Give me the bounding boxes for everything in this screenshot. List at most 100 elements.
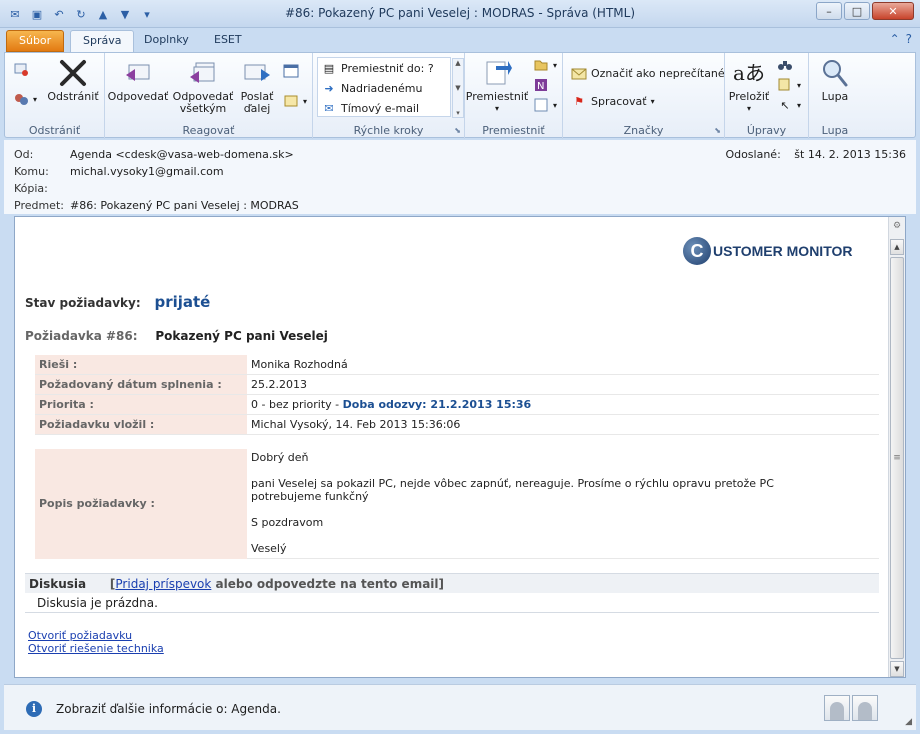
footer-links: Otvoriť požiadavku Otvoriť riešenie tech… [28,629,164,655]
actions-icon [533,97,549,113]
customer-monitor-logo: C USTOMER MONITOR [683,237,853,265]
quick-step-team-email[interactable]: ✉ Tímový e-mail [318,98,450,118]
translate-button[interactable]: aあ Preložiť ▾ [727,57,771,115]
more-respond-button[interactable]: ▾ [283,93,307,109]
mark-unread-button[interactable]: Označiť ako neprečítané [571,65,725,81]
viewer-options-icon[interactable]: ⚙ [890,221,904,235]
minimize-button[interactable]: – [816,2,842,20]
body-scrollbar[interactable]: ⚙ ▲ ≡ ▼ [888,217,905,677]
tab-message[interactable]: Správa [70,30,135,52]
group-tags: Označiť ako neprečítané ⚑ Spracovať ▾ Zn… [563,53,725,139]
request-status: Stav požiadavky: prijaté [25,293,211,311]
response-time: Doba odozvy: 21.2.2013 15:36 [342,398,532,411]
window-controls: – □ ✕ [816,2,914,20]
select-button[interactable]: ↖ ▾ [777,97,801,113]
tags-dialog-launcher-icon[interactable]: ⬊ [714,126,721,135]
cleanup-button[interactable]: ▾ [13,91,37,107]
forward-icon [240,57,274,89]
scroll-up-button[interactable]: ▲ [890,239,904,255]
dialog-launcher-icon[interactable]: ⬊ [454,126,461,135]
team-email-icon: ✉ [324,101,334,115]
open-request-link[interactable]: Otvoriť požiadavku [28,629,164,642]
ribbon: ▾ Odstrániť Odstrániť Odpovedať Odpoveda… [4,52,916,139]
description-text: Dobrý deň pani Veselej sa pokazil PC, ne… [251,451,774,555]
cleanup-icon [13,91,29,107]
forward-button[interactable]: Poslať ďalej [237,57,277,115]
group-editing: aあ Preložiť ▾ ▾ ↖ ▾ Úpravy [725,53,809,139]
followup-button[interactable]: ⚑ Spracovať ▾ [571,93,655,109]
move-button[interactable]: Premiestniť ▾ [466,57,528,115]
binoculars-icon [777,57,793,73]
reply-all-button[interactable]: Odpovedať všetkým [171,57,235,115]
sender-address[interactable]: Agenda <cdesk@vasa-web-domena.sk> [70,148,294,161]
scroll-down-button[interactable]: ▼ [890,661,904,677]
rules-button[interactable]: ▾ [533,57,557,73]
maximize-button[interactable]: □ [844,2,870,20]
title-bar: ✉ ▣ ↶ ↻ ▲ ▼ ▾ #86: Pokazený PC pani Vese… [0,0,920,28]
info-icon: i [26,701,42,717]
reply-all-icon [186,57,220,89]
logo-c-icon: C [683,237,711,265]
cursor-icon: ↖ [780,98,790,112]
tab-addins[interactable]: Doplnky [132,30,201,52]
find-button[interactable] [777,57,793,73]
forward-arrow-icon: ➜ [324,81,334,95]
field-description: Popis požiadavky : Dobrý deň pani Vesele… [35,449,879,559]
expand-pane-icon[interactable]: ◢ [905,717,912,727]
quick-steps-gallery: ▤ Premiestniť do: ? ➜ Nadriadenému ✉ Tím… [317,57,464,118]
calendar-icon [283,63,299,79]
reply-button[interactable]: Odpovedať [108,57,168,103]
rules-icon [533,57,549,73]
message-body: C USTOMER MONITOR Stav požiadavky: prija… [14,216,906,678]
ignore-button[interactable] [13,61,29,77]
group-respond: Odpovedať Odpovedať všetkým Poslať ďalej… [105,53,313,139]
contact-avatar[interactable] [852,695,878,721]
zoom-button[interactable]: Lupa [817,57,853,103]
delete-x-icon [56,57,90,89]
window-title: #86: Pokazený PC pani Veselej : MODRAS -… [284,6,636,20]
minimize-ribbon-icon[interactable]: ⌃ [890,32,900,46]
field-priority: Priorita : 0 - bez priority - Doba odozv… [35,395,879,415]
magnifier-icon [818,57,852,89]
discussion-empty: Diskusia je prázdna. [25,593,879,613]
meeting-button[interactable] [283,63,299,79]
field-author: Požiadavku vložil : Michal Vysoký, 14. F… [35,415,879,435]
mark-unread-icon [571,65,587,81]
ribbon-tabs: Súbor Správa Doplnky ESET ⌃ ? [0,28,920,52]
actions-button[interactable]: ▾ [533,97,557,113]
sender-avatar[interactable] [824,695,850,721]
quick-steps-scroll[interactable]: ▲ ▼ ▾ [452,58,464,118]
related-button[interactable]: ▾ [777,77,801,93]
group-delete: ▾ Odstrániť Odstrániť [5,53,105,139]
help-icon[interactable]: ? [906,32,912,46]
onenote-button[interactable]: N [533,77,549,93]
tab-eset[interactable]: ESET [202,30,254,52]
flag-icon: ⚑ [574,94,584,108]
quick-step-move-to[interactable]: ▤ Premiestniť do: ? [318,58,450,78]
add-post-link[interactable]: Pridaj príspevok [115,577,211,591]
field-resolver: Rieši : Monika Rozhodná [35,355,879,375]
move-folder-icon: ▤ [323,61,335,75]
people-pane-text[interactable]: Zobraziť ďalšie informácie o: Agenda. [56,702,281,716]
translate-icon: aあ [733,61,765,85]
open-solution-link[interactable]: Otvoriť riešenie technika [28,642,164,655]
recipient-address[interactable]: michal.vysoky1@gmail.com [70,165,224,178]
close-button[interactable]: ✕ [872,2,914,20]
reply-icon [121,57,155,89]
delete-button[interactable]: Odstrániť [45,57,101,103]
group-move: Premiestniť ▾ ▾ N ▾ Premiestniť [465,53,563,139]
quick-step-to-manager[interactable]: ➜ Nadriadenému [318,78,450,98]
header-sent: Odoslané: št 14. 2. 2013 15:36 [725,148,906,161]
field-due-date: Požadovaný dátum splnenia : 25.2.2013 [35,375,879,395]
discussion-header: Diskusia [Pridaj príspevok alebo odpoved… [25,573,879,593]
tab-file[interactable]: Súbor [6,30,65,52]
onenote-icon: N [533,77,549,93]
scroll-thumb[interactable]: ≡ [890,257,904,659]
related-icon [777,77,793,93]
group-quick-steps: ▤ Premiestniť do: ? ➜ Nadriadenému ✉ Tím… [313,53,465,139]
ignore-icon [13,61,29,77]
svg-text:N: N [537,81,544,92]
more-respond-icon [283,93,299,109]
request-heading: Požiadavka #86: Pokazený PC pani Veselej [25,329,328,343]
message-header: Od: Agenda <cdesk@vasa-web-domena.sk> Ko… [4,140,916,214]
